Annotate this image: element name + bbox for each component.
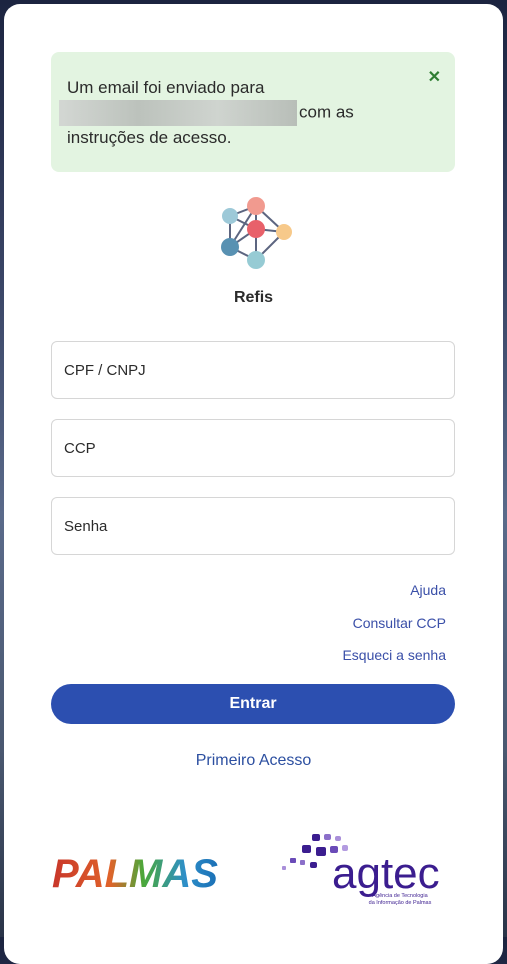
svg-text:PALMAS: PALMAS (52, 852, 218, 893)
consult-ccp-link[interactable]: Consultar CCP (353, 615, 446, 631)
login-card: ✕ Um email foi enviado para com as instr… (4, 4, 503, 964)
network-nodes-icon (221, 197, 292, 269)
ccp-field (51, 419, 455, 477)
agtec-logo: agtec Agência de Tecnologia da Informaçã… (282, 834, 440, 906)
first-access-link[interactable]: Primeiro Acesso (4, 752, 503, 770)
forgot-password-link[interactable]: Esqueci a senha (342, 647, 446, 663)
alert-line-2-suffix: com as (299, 102, 354, 122)
svg-text:agtec: agtec (332, 849, 440, 898)
alert-line-2: com as (59, 100, 415, 126)
password-input[interactable] (52, 498, 454, 554)
enter-button[interactable]: Entrar (51, 684, 455, 724)
help-link[interactable]: Ajuda (410, 582, 446, 598)
cpf-cnpj-field (51, 341, 455, 399)
ccp-input[interactable] (52, 420, 454, 476)
svg-text:da Informação de Palmas: da Informação de Palmas (369, 900, 432, 906)
app-title: Refis (233, 289, 274, 306)
close-icon[interactable]: ✕ (428, 66, 441, 90)
redacted-email (59, 100, 297, 126)
palmas-logo: PALMAS (52, 852, 218, 893)
cpf-cnpj-input[interactable] (52, 342, 454, 398)
password-field (51, 497, 455, 555)
alert-line-1: Um email foi enviado para (67, 78, 265, 97)
success-alert: ✕ Um email foi enviado para com as instr… (51, 52, 455, 172)
alert-line-3: instruções de acesso. (67, 128, 232, 147)
svg-text:Agência de Tecnologia: Agência de Tecnologia (372, 893, 428, 899)
